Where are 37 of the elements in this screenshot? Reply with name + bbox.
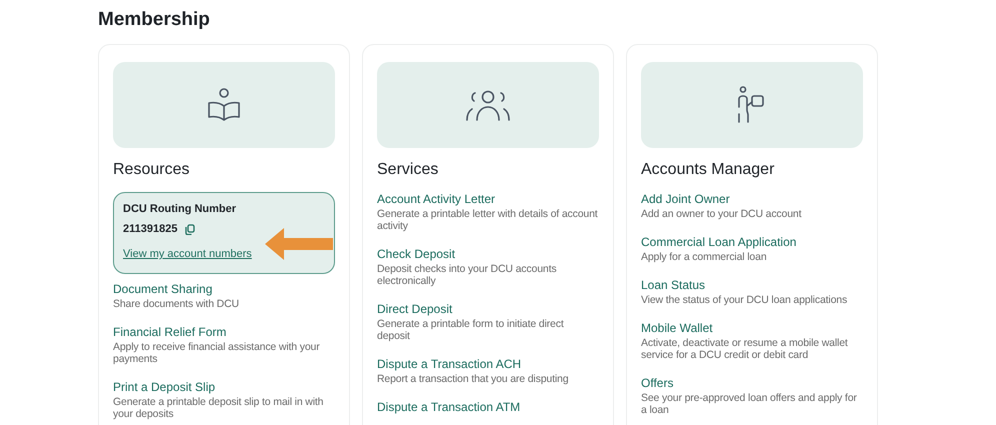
item-link[interactable]: Dispute a Transaction ACH (377, 357, 599, 372)
arrow-annotation (265, 228, 333, 260)
item-link[interactable]: Offers (641, 376, 863, 391)
item-link[interactable]: Mobile Wallet (641, 321, 863, 336)
item-description: Generate a printable deposit slip to mail in with your deposits (113, 396, 324, 420)
copy-icon[interactable] (185, 224, 196, 234)
people-icon (465, 88, 511, 122)
card-title: Accounts Manager (641, 160, 776, 180)
account-numbers-link[interactable]: View my account numbers (123, 248, 252, 260)
card-title: Resources (113, 160, 190, 180)
item-link[interactable]: Print a Deposit Slip (113, 380, 335, 395)
item-link[interactable]: Document Sharing (113, 282, 335, 297)
item-link[interactable]: Dispute a Transaction ATM (377, 400, 599, 415)
item-link[interactable]: Check Deposit (377, 247, 599, 262)
card-title: Services (377, 160, 440, 180)
reader-icon (206, 86, 242, 124)
item-description: Share documents with DCU (113, 298, 240, 310)
item-description: View the status of your DCU loan applications (641, 294, 848, 306)
item-description: Apply for a commercial loan (641, 251, 768, 263)
item-description: Activate, deactivate or resume a mobile wallet service for a DCU credit or debit card (641, 337, 849, 361)
item-description: Add an owner to your DCU account (641, 208, 802, 220)
item-link[interactable]: Commercial Loan Application (641, 235, 863, 250)
item-link[interactable]: Financial Relief Form (113, 325, 335, 340)
item-link[interactable]: Direct Deposit (377, 302, 599, 317)
presenter-icon (737, 86, 767, 124)
item-description: See your pre-approved loan offers and apply for a loan (641, 392, 858, 416)
page-heading: Membership (98, 8, 211, 32)
item-description: Generate a printable form to initiate direct deposit (377, 318, 565, 342)
item-description: Apply to receive financial assistance with your payments (113, 341, 321, 365)
item-description: Deposit checks into your DCU accounts electronically (377, 263, 558, 287)
item-link[interactable]: Account Activity Letter (377, 192, 599, 207)
routing-label: DCU Routing Number (123, 202, 238, 216)
item-link[interactable]: Loan Status (641, 278, 863, 293)
item-description: Generate a printable letter with details of account activity (377, 208, 599, 232)
item-link[interactable]: Add Joint Owner (641, 192, 863, 207)
routing-number: 211391825 (123, 222, 178, 236)
item-description: Report a transaction that you are disputing (377, 373, 570, 385)
